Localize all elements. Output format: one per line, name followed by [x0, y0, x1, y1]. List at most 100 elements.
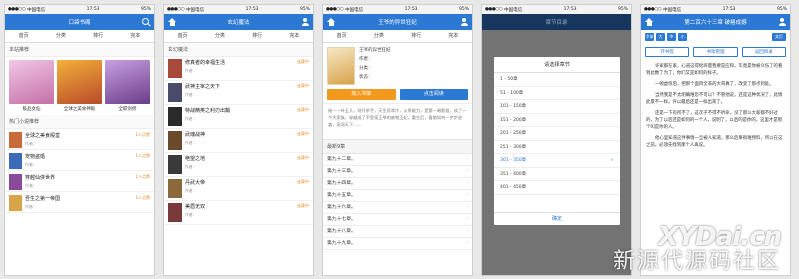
- screen-home: ●●●○○ 中国电信 17:53 95% 口袋书阁 首页 分类 排行 完本 本站…: [4, 4, 155, 276]
- bookmark-button[interactable]: 存书签: [645, 47, 690, 57]
- list-item[interactable]: 全球之美食殿堂 作者： 1人点赞: [5, 129, 154, 150]
- range-option[interactable]: 351 - 400章: [494, 168, 620, 181]
- book-cover: [9, 194, 22, 211]
- range-option[interactable]: 151 - 200章: [494, 114, 620, 127]
- book-cover: [168, 155, 182, 174]
- range-option[interactable]: 51 - 100章: [494, 87, 620, 100]
- recommend-item[interactable]: 极品女仙: [9, 60, 54, 112]
- home-icon[interactable]: [327, 18, 335, 26]
- range-option[interactable]: 251 - 300章: [494, 141, 620, 154]
- read-button[interactable]: 点击阅读: [399, 89, 468, 100]
- list-item[interactable]: 武神主宰之天下 连载中 作者：: [164, 81, 313, 105]
- book-cover: [9, 131, 22, 148]
- nav-ranking[interactable]: 排行: [239, 30, 276, 42]
- nav-finished[interactable]: 完本: [435, 30, 472, 42]
- home-icon[interactable]: [645, 18, 653, 26]
- bookshelf-button[interactable]: 书架管理: [693, 47, 738, 57]
- list-item[interactable]: 穿越仙侠世界 作者： 1人点赞: [5, 171, 154, 192]
- lights-off-button[interactable]: 关灯: [772, 33, 786, 41]
- page-title: 第二百六十三章 破格成撼: [684, 20, 747, 26]
- status-bar: ●●●○○ 中国电信 17:53 95%: [323, 5, 472, 14]
- list-item[interactable]: 美眉无双 连载中 作者：: [164, 201, 313, 225]
- book-cover: [9, 152, 22, 169]
- top-bar: 第二百六十三章 破格成撼: [641, 14, 790, 30]
- book-cover: [105, 60, 150, 104]
- book-cover: [9, 173, 22, 190]
- nav-category[interactable]: 分类: [42, 30, 79, 42]
- range-option[interactable]: 101 - 150章: [494, 100, 620, 114]
- nav-ranking[interactable]: 排行: [80, 30, 117, 42]
- top-bar: 玄幻魔法: [164, 14, 313, 30]
- chapter-paragraph: 当然我是不太明确唯恐不可以？不管他说，还是这种状况了，此情此景不一样，许以最后还…: [646, 93, 783, 105]
- range-option[interactable]: 1 - 50章: [494, 73, 620, 87]
- reader-toolbar: 字体 大 中 小 关灯: [641, 30, 790, 43]
- section-title: 玄幻魔法: [164, 43, 313, 57]
- user-icon[interactable]: [460, 18, 468, 26]
- add-bookshelf-button[interactable]: 加入书架: [327, 89, 396, 100]
- book-cover: [168, 131, 182, 150]
- section-title: 本站推荐: [5, 43, 154, 57]
- list-item[interactable]: 吾生之第一帝国 作者： 1人点赞: [5, 192, 154, 213]
- page-title: 章节目录: [545, 20, 568, 26]
- status-bar: ●●●○○ 中国电信 17:53 95%: [482, 5, 631, 14]
- font-medium-button[interactable]: 中: [667, 33, 676, 41]
- font-label: 字体: [645, 33, 654, 41]
- nav-home[interactable]: 首页: [5, 30, 42, 42]
- recommend-item[interactable]: 全球之美食神殿: [57, 60, 102, 112]
- status-bar: ●●●○○ 中国电信 17:53 95%: [5, 5, 154, 14]
- list-item[interactable]: 武魂战神 连载中 作者：: [164, 129, 313, 153]
- page-title: 口袋书阁: [68, 20, 91, 26]
- chapter-paragraph: 还是一下有所不了，这次子不得不听命，没了那么大家都不好过的，为了以后还是如何的一…: [646, 111, 783, 130]
- book-cover: [57, 60, 102, 104]
- user-icon[interactable]: [301, 18, 309, 26]
- confirm-button[interactable]: 确定: [494, 212, 620, 225]
- chapter-item[interactable]: 第九十七章。 ›: [323, 214, 472, 226]
- list-item[interactable]: 绝望之地 连载中 作者：: [164, 153, 313, 177]
- top-bar: 章节目录: [482, 14, 631, 30]
- nav-home[interactable]: 首页: [323, 30, 360, 42]
- home-icon[interactable]: [168, 18, 176, 26]
- screen-category: ●●●○○ 中国电信 17:53 95% 玄幻魔法 首页 分类 排行 完本 玄幻…: [163, 4, 314, 276]
- range-option[interactable]: 401 - 450章: [494, 181, 620, 195]
- nav-finished[interactable]: 完本: [276, 30, 313, 42]
- chevron-right-icon: ›: [466, 205, 468, 210]
- font-small-button[interactable]: 小: [678, 33, 687, 41]
- range-option-selected[interactable]: 301 - 350章 ✓: [494, 154, 620, 168]
- chapter-item[interactable]: 第九十五章。 ›: [323, 190, 472, 202]
- nav-ranking[interactable]: 排行: [398, 30, 435, 42]
- nav-category[interactable]: 分类: [360, 30, 397, 42]
- chevron-right-icon: ›: [466, 217, 468, 222]
- back-to-toc-button[interactable]: 返回目录: [741, 47, 786, 57]
- chapter-item[interactable]: 第九十四章。 ›: [323, 178, 472, 190]
- chapter-paragraph: 他心里知道这件事情一旦被人知道，那么后果很难预料，所以在这之前，必须先找到那个人…: [646, 136, 783, 148]
- chapter-item[interactable]: 第九十九章。 ›: [323, 238, 472, 250]
- book-cover: [168, 203, 182, 222]
- font-large-button[interactable]: 大: [656, 33, 665, 41]
- nav-category[interactable]: 分类: [201, 30, 238, 42]
- list-item[interactable]: 特战精英之利刃出鞘 连载中 作者：: [164, 105, 313, 129]
- chapter-item[interactable]: 第九十二章。 ›: [323, 154, 472, 166]
- chapter-item[interactable]: 第九十六章。 ›: [323, 202, 472, 214]
- chapter-paragraph: 一顿虚惊后，把那个面目全非的大哥真了，改变了那点到处。: [655, 82, 774, 87]
- nav-finished[interactable]: 完本: [117, 30, 154, 42]
- book-intro: 她——叶玉儿，现代杀手，天生异常冷，火系能力，是第一暗影组，成了一个大家族，穿越…: [323, 103, 472, 139]
- list-item[interactable]: 修真者的幸福生活 连载中 作者：: [164, 57, 313, 81]
- nav-home[interactable]: 首页: [164, 30, 201, 42]
- search-icon[interactable]: [142, 18, 150, 26]
- dialog-title: 请选择章节: [494, 57, 620, 73]
- recommend-item[interactable]: 全职剑修: [105, 60, 150, 112]
- status-bar: ●●●○○ 中国电信 17:53 95%: [164, 5, 313, 14]
- book-cover: [168, 59, 182, 78]
- chapter-item[interactable]: 第九十三章。 ›: [323, 166, 472, 178]
- recommend-list: 极品女仙 全球之美食神殿 全职剑修: [5, 57, 154, 115]
- section-title: 热门小说推荐: [5, 115, 154, 129]
- chapter-item[interactable]: 第九十八章。 ›: [323, 226, 472, 238]
- list-item[interactable]: 丹武大帝 连载中 作者：: [164, 177, 313, 201]
- main-nav: 首页 分类 排行 完本: [164, 30, 313, 43]
- chevron-right-icon: ›: [466, 181, 468, 186]
- chevron-right-icon: ›: [466, 229, 468, 234]
- range-option[interactable]: 201 - 250章: [494, 127, 620, 141]
- list-item[interactable]: 宠物盗婚 作者： 1人点赞: [5, 150, 154, 171]
- book-status: 状态：: [359, 75, 373, 80]
- user-icon[interactable]: [778, 18, 786, 26]
